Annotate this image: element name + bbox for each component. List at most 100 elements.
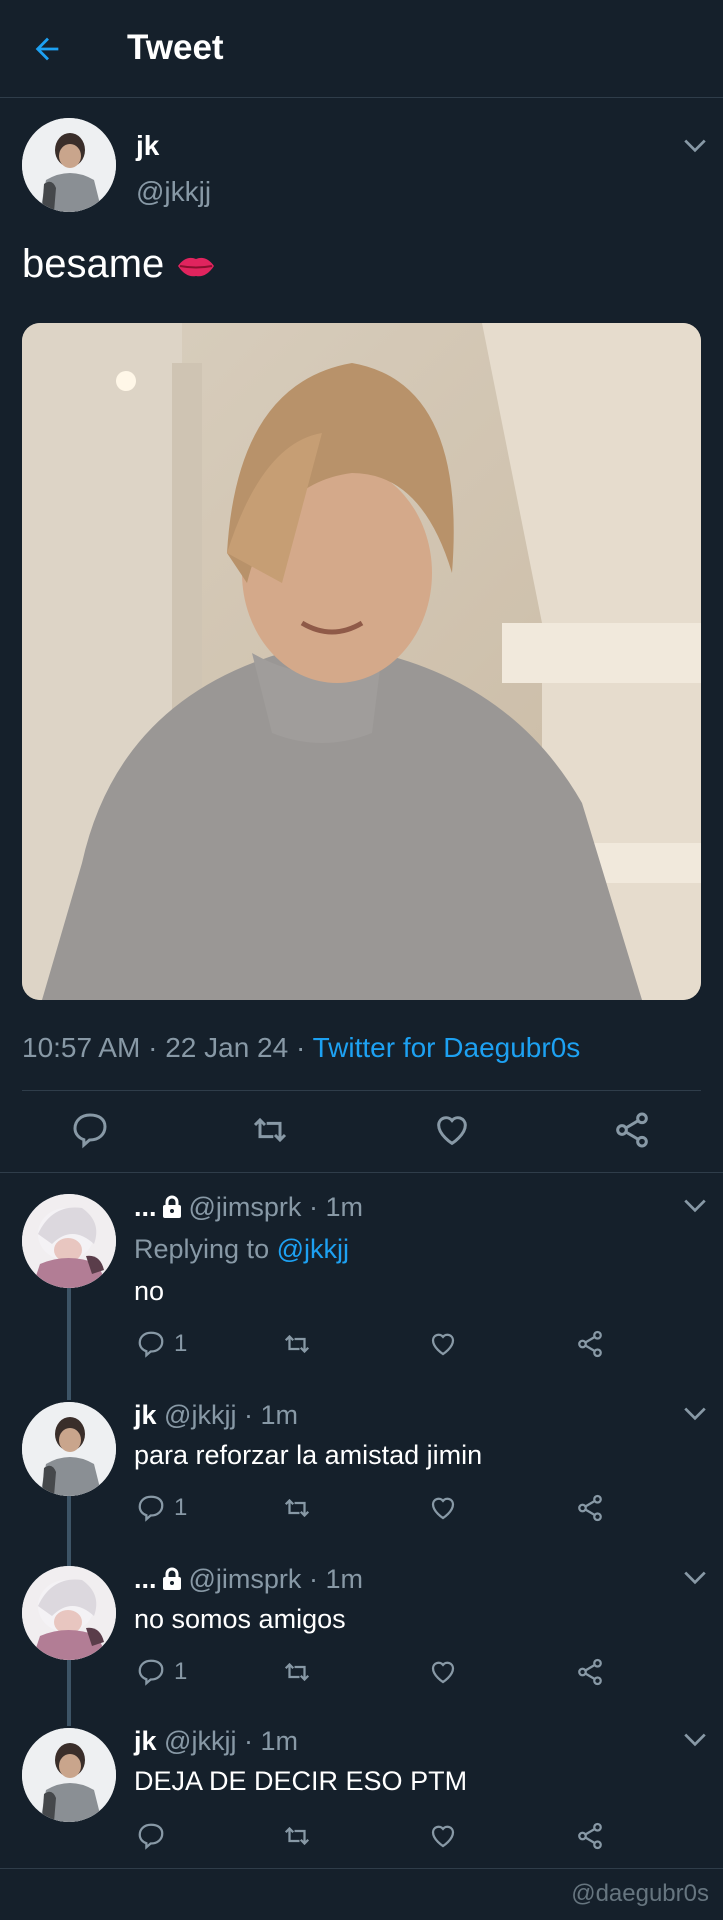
reply-text: no somos amigos <box>134 1604 346 1634</box>
like-button[interactable] <box>428 1328 458 1360</box>
retweet-button[interactable] <box>282 1492 312 1524</box>
reply-button[interactable] <box>136 1820 166 1852</box>
replying-to: Replying to @jkkjj <box>134 1234 349 1265</box>
like-icon[interactable] <box>432 1110 472 1150</box>
reply-button[interactable]: 1 <box>136 1492 187 1524</box>
share-button[interactable] <box>575 1656 605 1688</box>
reply-icon <box>138 1331 164 1358</box>
reply-time: 1m <box>325 1564 363 1594</box>
share-icon <box>578 1658 602 1686</box>
reply-time: 1m <box>325 1192 363 1222</box>
reply-text: para reforzar la amistad jimin <box>134 1440 483 1470</box>
back-arrow-icon[interactable] <box>30 32 64 66</box>
tweet-source[interactable]: Twitter for Daegubr0s <box>313 1032 581 1063</box>
reply-text: DEJA DE DECIR ESO PTM <box>134 1766 468 1796</box>
reply-author-name[interactable]: jk <box>134 1726 157 1756</box>
reply-icon <box>138 1823 164 1850</box>
reply-author-name[interactable]: ... <box>134 1564 157 1594</box>
like-icon <box>431 1661 455 1684</box>
avatar[interactable] <box>22 1728 116 1822</box>
meta-separator: · <box>295 1032 306 1063</box>
tweet-text-content: besame <box>22 242 165 286</box>
page-title: Tweet <box>127 28 224 67</box>
reply-button[interactable]: 1 <box>136 1328 187 1360</box>
reply-author-handle[interactable]: @jimsprk <box>189 1564 302 1594</box>
retweet-icon[interactable] <box>250 1110 290 1150</box>
share-icon <box>578 1330 602 1358</box>
share-button[interactable] <box>575 1492 605 1524</box>
lock-icon <box>161 1567 183 1598</box>
like-icon <box>431 1497 455 1520</box>
chevron-down-icon[interactable] <box>682 1196 708 1216</box>
avatar[interactable] <box>22 1402 116 1496</box>
retweet-icon <box>284 1826 310 1846</box>
reply-author-handle[interactable]: @jkkjj <box>164 1726 236 1756</box>
replying-to-handle[interactable]: @jkkjj <box>277 1234 349 1264</box>
like-button[interactable] <box>428 1656 458 1688</box>
thread-line <box>67 1660 71 1726</box>
reply-count: 1 <box>174 1330 188 1357</box>
reply-text: no <box>134 1276 165 1306</box>
tweet-text: besame <box>22 242 216 289</box>
retweet-icon <box>284 1662 310 1682</box>
meta-separator: · <box>243 1400 253 1430</box>
thread-line <box>67 1288 71 1400</box>
reply-author-handle[interactable]: @jkkjj <box>164 1400 236 1430</box>
share-button[interactable] <box>575 1820 605 1852</box>
chevron-down-icon[interactable] <box>682 1568 708 1588</box>
watermark: @daegubr0s <box>571 1880 709 1907</box>
chevron-down-icon[interactable] <box>682 136 708 156</box>
like-button[interactable] <box>428 1820 458 1852</box>
reply-header: jk @jkkjj · 1m <box>134 1726 298 1757</box>
divider <box>0 1172 723 1173</box>
reply-count: 1 <box>174 1658 188 1685</box>
meta-separator: · <box>308 1192 318 1222</box>
reply-time: 1m <box>260 1400 298 1430</box>
reply-time: 1m <box>260 1726 298 1756</box>
divider <box>22 1090 701 1091</box>
reply-header: ... @jimsprk · 1m <box>134 1564 363 1598</box>
retweet-icon <box>284 1334 310 1354</box>
reply-icon[interactable] <box>70 1110 110 1150</box>
reply-icon <box>138 1495 164 1522</box>
lips-emoji-icon <box>176 244 216 289</box>
tweet-image[interactable] <box>22 323 701 1000</box>
retweet-icon <box>284 1498 310 1518</box>
retweet-button[interactable] <box>282 1820 312 1852</box>
reply-button[interactable]: 1 <box>136 1656 187 1688</box>
retweet-button[interactable] <box>282 1656 312 1688</box>
share-button[interactable] <box>575 1328 605 1360</box>
chevron-down-icon[interactable] <box>682 1730 708 1750</box>
reply-header: ... @jimsprk · 1m <box>134 1192 363 1226</box>
reply-author-handle[interactable]: @jimsprk <box>189 1192 302 1222</box>
avatar[interactable] <box>22 118 116 212</box>
like-icon <box>431 1825 455 1848</box>
tweet-date: 22 Jan 24 <box>165 1032 289 1063</box>
author-handle[interactable]: @jkkjj <box>136 176 211 208</box>
meta-separator: · <box>243 1726 253 1756</box>
divider <box>0 1868 723 1869</box>
lock-icon <box>161 1195 183 1226</box>
like-icon <box>431 1333 455 1356</box>
author-name[interactable]: jk <box>136 130 159 162</box>
tweet-time: 10:57 AM <box>22 1032 141 1063</box>
avatar[interactable] <box>22 1566 116 1660</box>
replying-label: Replying to <box>134 1234 270 1264</box>
like-button[interactable] <box>428 1492 458 1524</box>
chevron-down-icon[interactable] <box>682 1404 708 1424</box>
share-icon[interactable] <box>612 1110 652 1150</box>
tweet-meta: 10:57 AM · 22 Jan 24 · Twitter for Daegu… <box>22 1032 580 1064</box>
thread-line <box>67 1496 71 1566</box>
meta-separator: · <box>308 1564 318 1594</box>
reply-author-name[interactable]: ... <box>134 1192 157 1222</box>
share-icon <box>578 1822 602 1850</box>
reply-icon <box>138 1659 164 1686</box>
meta-separator: · <box>148 1032 158 1063</box>
reply-header: jk @jkkjj · 1m <box>134 1400 298 1431</box>
reply-author-name[interactable]: jk <box>134 1400 157 1430</box>
avatar[interactable] <box>22 1194 116 1288</box>
retweet-button[interactable] <box>282 1328 312 1360</box>
top-bar: Tweet <box>0 0 723 98</box>
share-icon <box>578 1494 602 1522</box>
reply-count: 1 <box>174 1494 188 1521</box>
